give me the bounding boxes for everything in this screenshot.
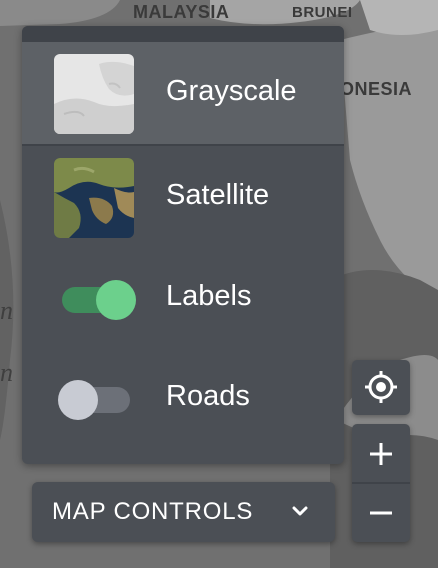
layer-toggle-row-labels[interactable]: Labels [22, 250, 344, 350]
zoom-controls [352, 424, 410, 542]
map-controls-button[interactable]: MAP CONTROLS [32, 482, 335, 542]
grayscale-map-thumbnail-icon [54, 54, 134, 134]
roads-toggle-knob [58, 380, 98, 420]
roads-toggle[interactable] [58, 380, 132, 420]
chevron-down-icon [292, 506, 308, 516]
labels-toggle-knob [96, 280, 136, 320]
layer-option-grayscale[interactable]: Grayscale [22, 42, 344, 144]
map-label-malaysia: MALAYSIA [133, 2, 230, 22]
layer-label-grayscale: Grayscale [166, 75, 297, 107]
map-label-brunei: BRUNEI [292, 4, 353, 21]
locate-icon [365, 371, 397, 403]
map-label-indonesia: ONESIA [340, 79, 413, 99]
map-label-sea-2: n [0, 358, 14, 387]
layer-label-satellite: Satellite [166, 179, 270, 211]
layer-label-labels: Labels [166, 280, 252, 312]
plus-icon [370, 443, 392, 465]
layer-label-roads: Roads [166, 380, 250, 412]
map-controls-label: MAP CONTROLS [52, 498, 254, 525]
zoom-in-button[interactable] [352, 424, 410, 482]
locate-button[interactable] [352, 360, 410, 415]
layer-option-satellite[interactable]: Satellite [22, 146, 344, 248]
labels-toggle[interactable] [60, 280, 136, 320]
layers-panel: Grayscale Satellite Labels Roads [22, 26, 344, 464]
layer-toggle-row-roads[interactable]: Roads [22, 350, 344, 450]
zoom-out-button[interactable] [352, 484, 410, 542]
panel-header-bar [22, 26, 344, 42]
minus-icon [370, 511, 392, 515]
map-label-sea-1: n [0, 296, 14, 325]
satellite-map-thumbnail-icon [54, 158, 134, 238]
